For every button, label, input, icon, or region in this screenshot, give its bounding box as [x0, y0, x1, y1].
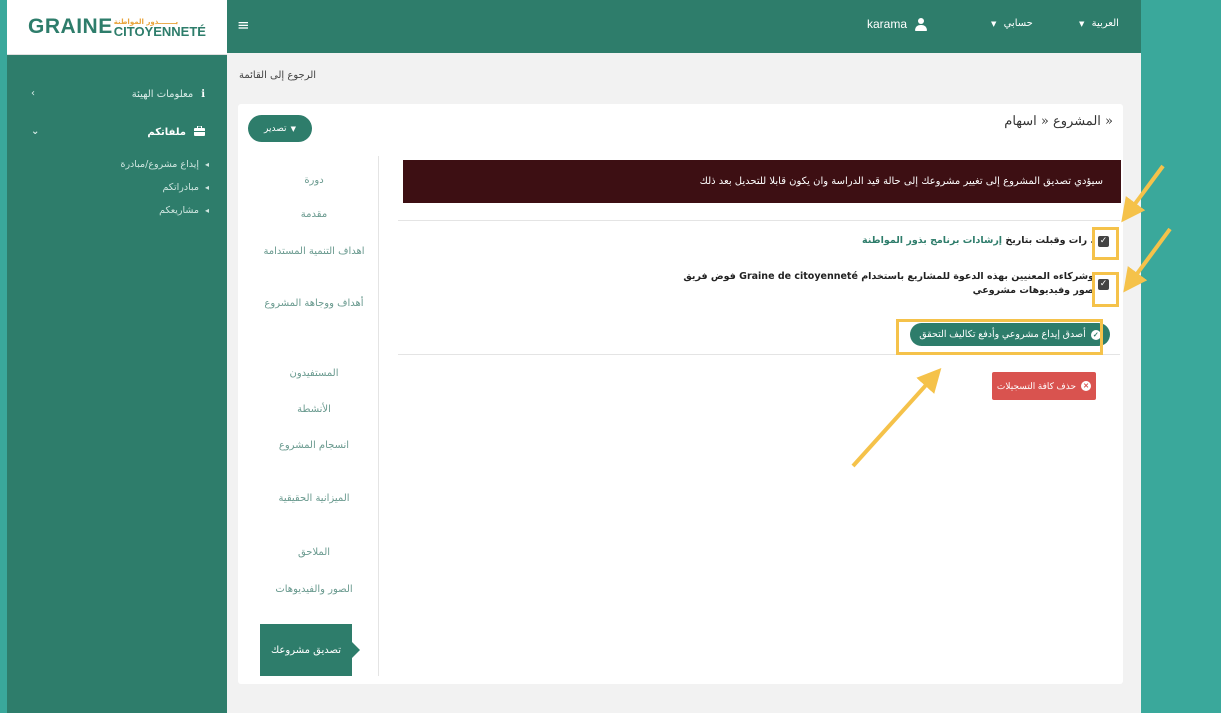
step-validate-project[interactable]: تصديق مشروعك [260, 624, 360, 676]
step-attachments[interactable]: الملاحق [260, 544, 368, 561]
account-menu[interactable]: ▼ حسابي [991, 18, 1033, 29]
sidebar-item-label: معلومات الهيئة [131, 88, 194, 100]
checkbox-highlight-2 [1092, 272, 1119, 307]
language-menu[interactable]: ▼ العربية [1079, 18, 1119, 29]
top-navbar: ≡ karama ▼ حسابي ▼ العربية [227, 0, 1141, 53]
sidebar-item-organization-info[interactable]: ‹ معلومات الهيئة i [7, 80, 227, 108]
info-icon: i [201, 88, 205, 100]
guidelines-check-row: ✓ رات وقبلت بتاريخ إرشادات برنامج بذور ا… [862, 235, 1109, 247]
guidelines-link[interactable]: إرشادات برنامج بذور المواطنة [862, 235, 1002, 246]
account-label: حسابي [1003, 18, 1033, 29]
warning-alert: سيؤدي تصديق المشروع إلى تغيير مشروعك إلى… [403, 160, 1121, 203]
chevron-left-icon: ‹ [31, 88, 35, 99]
section-divider [398, 220, 1120, 221]
username: karama [867, 17, 908, 31]
user-icon [915, 17, 928, 31]
language-label: العربية [1091, 18, 1119, 29]
sidebar-item-files[interactable]: ⌄ ملفاتكم [7, 118, 227, 146]
close-circle-icon: ✕ [1081, 381, 1092, 391]
step-objectives[interactable]: أهداف ووجاهة المشروع [260, 295, 368, 312]
delete-label: حذف كافة التسجيلات [996, 380, 1077, 391]
media-consent-line1: فوض فريق Graine de citoyenneté وشركاءه ا… [683, 271, 1094, 282]
guidelines-text: رات وقبلت بتاريخ إرشادات برنامج بذور الم… [862, 235, 1094, 246]
media-consent-check-row: ✓ فوض فريق Graine de citoyenneté وشركاءه… [683, 270, 1109, 298]
media-consent-line2: صور وفيديوهات مشروعي [972, 285, 1094, 296]
project-title: المشروع « اسهام » [1004, 114, 1113, 129]
step-introduction[interactable]: مقدمة [260, 206, 368, 223]
button-highlight [896, 319, 1103, 355]
sidebar-subitem-initiatives[interactable]: مبادراتكم ◂ [7, 179, 227, 195]
sidebar: GRAINE بـــــــذور المواطنة CITOYENNETÉ … [7, 0, 227, 713]
briefcase-icon [194, 125, 205, 139]
back-to-list-link[interactable]: الرجوع إلى القائمة [239, 70, 316, 81]
sidebar-subitem-label: مبادراتكم [162, 181, 199, 193]
export-button[interactable]: تصدير ▼ [248, 115, 312, 142]
project-card: تصدير ▼ المشروع « اسهام » دورة مقدمة اهد… [238, 104, 1123, 684]
step-media[interactable]: الصور والفيديوهات [260, 581, 368, 598]
hamburger-menu-icon[interactable]: ≡ [237, 16, 250, 34]
sidebar-subitem-submit-project[interactable]: إيداع مشروع/مبادرة ◂ [7, 156, 227, 172]
delete-all-button[interactable]: حذف كافة التسجيلات ✕ [992, 372, 1096, 400]
user-menu[interactable]: karama [867, 17, 928, 31]
media-consent-text: فوض فريق Graine de citoyenneté وشركاءه ا… [683, 270, 1094, 298]
sidebar-subitem-projects[interactable]: مشاريعكم ◂ [7, 202, 227, 218]
steps-divider [378, 156, 379, 676]
brand-bottom: CITOYENNETÉ [113, 24, 206, 39]
brand-main: GRAINE [28, 15, 113, 38]
guidelines-prefix: رات وقبلت بتاريخ [1002, 235, 1088, 246]
step-cycle[interactable]: دورة [260, 172, 368, 189]
brand-stack: بـــــــذور المواطنة CITOYENNETÉ [113, 18, 206, 39]
caret-down-icon: ▼ [290, 124, 296, 133]
sidebar-item-label: ملفاتكم [147, 126, 186, 138]
caret-down-icon: ▼ [1079, 20, 1085, 28]
caret-left-icon: ◂ [204, 205, 209, 215]
sidebar-subitem-label: مشاريعكم [159, 204, 199, 216]
step-activities[interactable]: الأنشطة [260, 401, 368, 418]
step-budget[interactable]: الميزانية الحقيقية [260, 490, 368, 507]
step-sdg[interactable]: اهداف التنمية المستدامة [260, 243, 368, 260]
caret-left-icon: ◂ [204, 182, 209, 192]
step-coherence[interactable]: انسجام المشروع [260, 437, 368, 454]
caret-down-icon: ▼ [991, 20, 997, 28]
export-label: تصدير [264, 123, 287, 134]
brand-logo[interactable]: GRAINE بـــــــذور المواطنة CITOYENNETÉ [7, 0, 227, 55]
chevron-down-icon: ⌄ [31, 126, 40, 137]
caret-left-icon: ◂ [204, 159, 209, 169]
app-frame: GRAINE بـــــــذور المواطنة CITOYENNETÉ … [7, 0, 1141, 713]
step-beneficiaries[interactable]: المستفيدون [260, 365, 368, 382]
checkbox-highlight-1 [1092, 227, 1119, 260]
sidebar-subitem-label: إيداع مشروع/مبادرة [120, 158, 199, 170]
